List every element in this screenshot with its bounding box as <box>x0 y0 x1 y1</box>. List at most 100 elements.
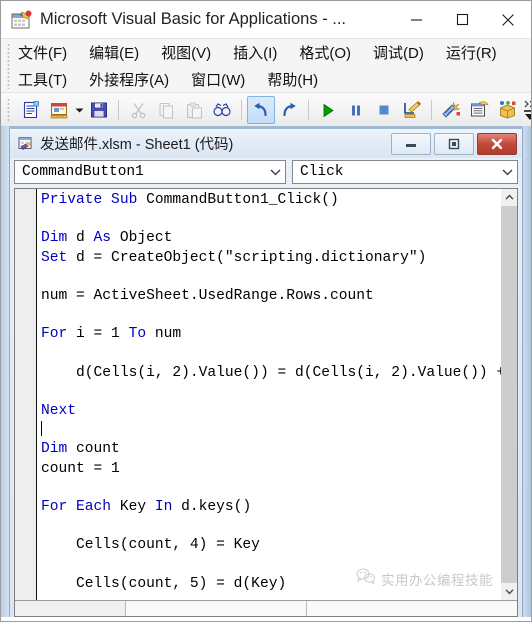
vba-ide-window: Microsoft Visual Basic for Applications … <box>0 0 532 622</box>
scroll-track-left[interactable] <box>15 601 126 616</box>
code-token: num = ActiveSheet.UsedRange.Rows.count <box>41 287 374 304</box>
code-line: num = ActiveSheet.UsedRange.Rows.count <box>41 287 499 306</box>
menu-row-1: 文件(F) 编辑(E) 视图(V) 插入(I) 格式(O) 调试(D) 运行(R… <box>18 39 519 66</box>
pause-icon[interactable] <box>342 96 370 124</box>
toolbar-separator <box>118 100 119 120</box>
code-token: num <box>154 326 182 343</box>
code-token: Cells(count, 4) = Key <box>41 537 260 554</box>
copy-icon[interactable] <box>152 96 180 124</box>
code-keyword: Dim <box>41 230 77 247</box>
code-token: Key <box>119 499 155 515</box>
scroll-down-icon[interactable] <box>501 583 517 600</box>
scroll-up-icon[interactable] <box>501 189 517 206</box>
toolbar-separator <box>308 100 309 120</box>
code-line <box>41 421 499 440</box>
redo-icon[interactable] <box>275 96 303 124</box>
design-mode-icon[interactable] <box>398 96 426 124</box>
margin-indicator-bar[interactable] <box>15 189 37 600</box>
code-token: Object <box>119 230 173 247</box>
menu-item-view[interactable]: 视图(V) <box>161 42 221 63</box>
code-keyword: Set <box>41 249 77 266</box>
window-controls <box>393 1 531 38</box>
close-icon[interactable] <box>485 1 531 38</box>
view-excel-icon[interactable] <box>17 96 45 124</box>
menu-item-addins[interactable]: 外接程序(A) <box>89 69 179 90</box>
toolbar-overflow-icon[interactable] <box>521 94 531 126</box>
procedure-combo-value: Click <box>300 164 344 180</box>
child-window-title-bar: 发送邮件.xlsm - Sheet1 (代码) <box>10 129 522 158</box>
code-line: Private Sub CommandButton1_Click() <box>41 191 499 210</box>
worksheet-module-icon <box>17 135 34 152</box>
vba-app-icon <box>10 10 32 30</box>
code-token: d <box>76 230 94 247</box>
child-minimize-icon[interactable] <box>391 132 431 155</box>
menu-item-tools[interactable]: 工具(T) <box>18 69 77 90</box>
find-icon[interactable] <box>208 96 236 124</box>
code-line: For i = 1 To num <box>41 325 499 344</box>
undo-icon[interactable] <box>247 96 275 124</box>
chevron-down-icon[interactable] <box>265 161 285 183</box>
code-text[interactable]: Private Sub CommandButton1_Click() Dim d… <box>41 191 517 616</box>
procedure-combo[interactable]: Click <box>292 160 518 184</box>
mdi-vertical-scrollbar[interactable] <box>523 126 531 621</box>
paste-icon[interactable] <box>180 96 208 124</box>
menu-item-window[interactable]: 窗口(W) <box>191 69 255 90</box>
menu-item-format[interactable]: 格式(O) <box>299 42 361 63</box>
menu-item-help[interactable]: 帮助(H) <box>267 69 328 90</box>
properties-window-icon[interactable] <box>465 96 493 124</box>
code-horizontal-scrollbar[interactable] <box>15 600 517 616</box>
insert-userform-icon[interactable] <box>45 96 73 124</box>
code-keyword: To <box>128 326 155 343</box>
menu-item-debug[interactable]: 调试(D) <box>373 42 434 63</box>
cut-icon[interactable] <box>124 96 152 124</box>
mdi-left-edge <box>1 126 9 621</box>
code-pane-combos: CommandButton1 Click <box>14 160 518 186</box>
child-restore-icon[interactable] <box>434 132 474 155</box>
toolbar-grip-handle[interactable] <box>7 98 10 122</box>
menu-item-insert[interactable]: 插入(I) <box>233 42 287 63</box>
code-token: count = 1 <box>41 460 120 477</box>
title-bar: Microsoft Visual Basic for Applications … <box>1 1 531 38</box>
maximize-icon[interactable] <box>439 1 485 38</box>
code-editor-pane[interactable]: Private Sub CommandButton1_Click() Dim d… <box>14 188 518 617</box>
minimize-icon[interactable] <box>393 1 439 38</box>
code-line: For Each Key In d.keys() <box>41 498 499 517</box>
code-keyword: Private Sub <box>41 192 147 208</box>
menu-item-file[interactable]: 文件(F) <box>18 42 77 63</box>
object-combo-value: CommandButton1 <box>22 164 144 180</box>
object-browser-icon[interactable] <box>493 96 521 124</box>
code-keyword: For <box>41 326 77 343</box>
save-icon[interactable] <box>85 96 113 124</box>
code-token: count <box>76 441 120 458</box>
mdi-client-area: 发送邮件.xlsm - Sheet1 (代码) CommandButton1 C… <box>1 126 531 621</box>
object-combo[interactable]: CommandButton1 <box>14 160 286 184</box>
child-close-icon[interactable] <box>477 132 517 155</box>
code-vertical-scrollbar[interactable] <box>501 189 517 600</box>
code-keyword: For Each <box>41 499 120 515</box>
scroll-track-mid[interactable] <box>126 601 307 616</box>
run-icon[interactable] <box>314 96 342 124</box>
child-window-title: 发送邮件.xlsm - Sheet1 (代码) <box>40 137 234 153</box>
code-child-window: 发送邮件.xlsm - Sheet1 (代码) CommandButton1 C… <box>9 129 523 621</box>
menu-grip-handle[interactable] <box>7 43 10 89</box>
stop-icon[interactable] <box>370 96 398 124</box>
chevron-down-icon[interactable] <box>73 97 85 123</box>
code-line: Dim count <box>41 440 499 459</box>
code-line: Next <box>41 402 499 421</box>
menu-item-edit[interactable]: 编辑(E) <box>89 42 149 63</box>
project-explorer-icon[interactable] <box>437 96 465 124</box>
code-keyword: In <box>154 499 182 515</box>
scroll-track-right[interactable] <box>307 601 517 616</box>
scroll-thumb[interactable] <box>501 206 517 600</box>
chevron-down-icon[interactable] <box>497 161 517 183</box>
menu-item-run[interactable]: 运行(R) <box>446 42 507 63</box>
code-line: Cells(count, 4) = Key <box>41 536 499 555</box>
code-keyword: Dim <box>41 441 77 458</box>
